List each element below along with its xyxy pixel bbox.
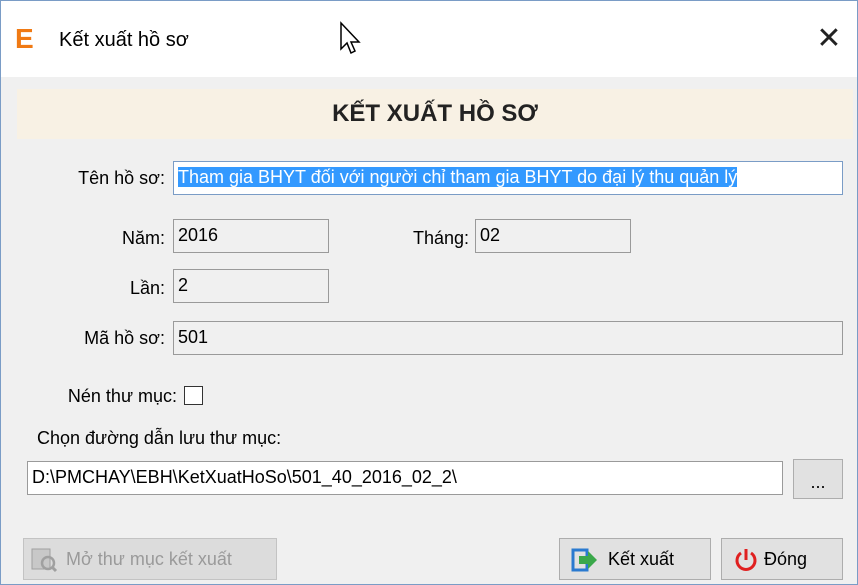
path-field[interactable]: D:\PMCHAY\EBH\KetXuatHoSo\501_40_2016_02… xyxy=(27,461,783,495)
dialog-window: E Kết xuất hồ sơ ✕ KẾT XUẤT HỒ SƠ Tên hồ… xyxy=(0,0,858,585)
ma-ho-so-field[interactable]: 501 xyxy=(173,321,843,355)
title-bar[interactable]: E Kết xuất hồ sơ ✕ xyxy=(1,1,857,77)
folder-search-icon xyxy=(31,548,58,573)
nen-thu-muc-label: Nén thư mục: xyxy=(67,386,177,406)
page-title: KẾT XUẤT HỒ SƠ xyxy=(332,100,538,127)
ma-ho-so-label: Mã hồ sơ: xyxy=(84,328,165,348)
ten-ho-so-field[interactable]: Tham gia BHYT đối với người chỉ tham gia… xyxy=(173,161,843,195)
nen-thu-muc-checkbox[interactable] xyxy=(184,386,203,405)
power-icon xyxy=(735,549,757,571)
thang-label: Tháng: xyxy=(412,228,469,248)
lan-field[interactable]: 2 xyxy=(173,269,329,303)
mouse-cursor-icon xyxy=(340,21,361,55)
open-folder-button[interactable]: Mở thư mục kết xuất xyxy=(23,538,277,580)
close-window-button[interactable]: ✕ xyxy=(809,19,849,59)
close-button[interactable]: Đóng xyxy=(721,538,843,580)
app-logo-icon: E xyxy=(15,23,34,54)
lan-label: Lần: xyxy=(129,278,165,298)
nam-field[interactable]: 2016 xyxy=(173,219,329,253)
browse-button[interactable]: ... xyxy=(793,459,843,499)
export-arrow-icon xyxy=(571,548,597,572)
ten-ho-so-label: Tên hồ sơ: xyxy=(78,168,165,188)
path-label: Chọn đường dẫn lưu thư mục: xyxy=(37,428,282,448)
window-title: Kết xuất hồ sơ xyxy=(59,29,189,51)
ten-ho-so-value: Tham gia BHYT đối với người chỉ tham gia… xyxy=(178,167,738,187)
thang-field[interactable]: 02 xyxy=(475,219,631,253)
open-folder-label: Mở thư mục kết xuất xyxy=(66,549,232,569)
nam-label: Năm: xyxy=(121,228,165,248)
close-label: Đóng xyxy=(764,549,808,569)
export-label: Kết xuất xyxy=(608,549,675,569)
header-band: KẾT XUẤT HỒ SƠ xyxy=(17,89,853,139)
export-button[interactable]: Kết xuất xyxy=(559,538,711,580)
